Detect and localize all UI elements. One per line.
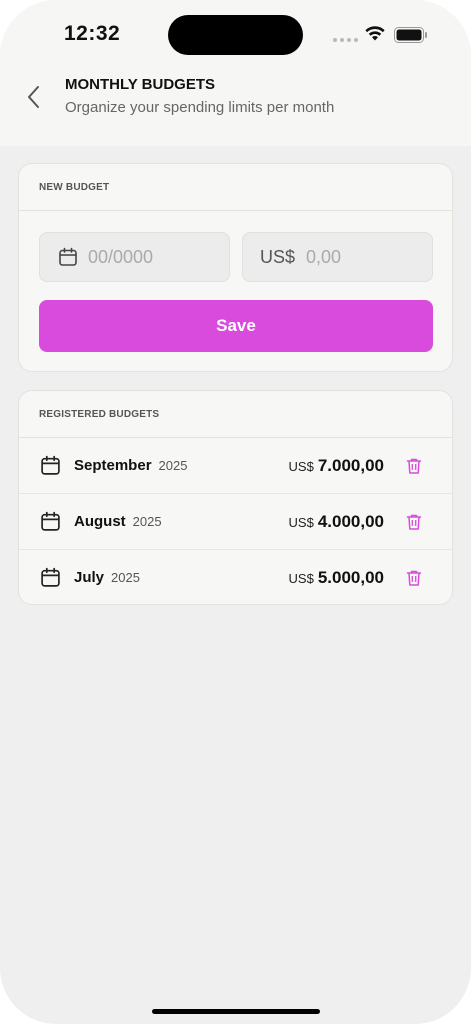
budget-value: 7.000,00: [317, 455, 384, 475]
amount-input[interactable]: [304, 245, 429, 269]
new-budget-fields: US$: [39, 232, 433, 284]
budget-row: July 2025 US$ 5.000,00: [19, 550, 452, 604]
save-button[interactable]: Save: [39, 300, 433, 352]
calendar-icon: [41, 511, 60, 531]
budget-amount: US$ 7.000,00: [289, 456, 384, 476]
budget-month: September: [74, 457, 152, 474]
status-time: 12:32: [64, 22, 121, 45]
wifi-icon: [365, 26, 385, 41]
registered-budgets-card: REGISTERED BUDGETS September 2025 US$ 7.…: [18, 390, 453, 605]
budget-year: 2025: [111, 570, 140, 585]
dynamic-island: [168, 15, 303, 55]
amount-field[interactable]: US$: [242, 232, 433, 282]
trash-icon[interactable]: [405, 457, 423, 475]
trash-icon[interactable]: [405, 513, 423, 531]
budget-year: 2025: [158, 458, 188, 473]
page-subtitle: Organize your spending limits per month: [65, 99, 335, 116]
page-title: MONTHLY BUDGETS: [65, 76, 216, 93]
calendar-icon: [41, 567, 60, 587]
date-input[interactable]: [86, 245, 210, 269]
budget-amount: US$ 5.000,00: [289, 568, 384, 588]
budget-year: 2025: [132, 514, 162, 529]
battery-icon: [394, 27, 427, 43]
budget-value: 4.000,00: [317, 511, 384, 531]
registered-budgets-header: REGISTERED BUDGETS: [19, 391, 452, 438]
budget-value: 5.000,00: [317, 567, 384, 587]
calendar-icon: [59, 247, 77, 266]
currency-label: US$: [260, 246, 296, 267]
budget-currency: US$: [288, 514, 314, 530]
calendar-icon: [41, 455, 60, 475]
budget-amount: US$ 4.000,00: [289, 512, 384, 532]
budget-row: September 2025 US$ 7.000,00: [19, 438, 452, 494]
budget-month: July: [74, 569, 105, 586]
budget-currency: US$: [288, 458, 314, 474]
home-indicator[interactable]: [152, 1009, 320, 1014]
trash-icon[interactable]: [405, 569, 423, 587]
new-budget-header: NEW BUDGET: [19, 164, 452, 211]
budget-month: August: [74, 513, 126, 530]
back-button[interactable]: [22, 84, 46, 110]
screen: 12:32 MONTHLY BUDGETS Organize your spen…: [0, 0, 471, 1024]
budget-row: August 2025 US$ 4.000,00: [19, 494, 452, 550]
date-field[interactable]: [39, 232, 230, 282]
top-bar: 12:32 MONTHLY BUDGETS Organize your spen…: [0, 0, 471, 146]
budget-currency: US$: [288, 570, 314, 586]
cellular-signal-icon: [333, 38, 358, 42]
new-budget-card: NEW BUDGET US$ Save: [18, 163, 453, 372]
